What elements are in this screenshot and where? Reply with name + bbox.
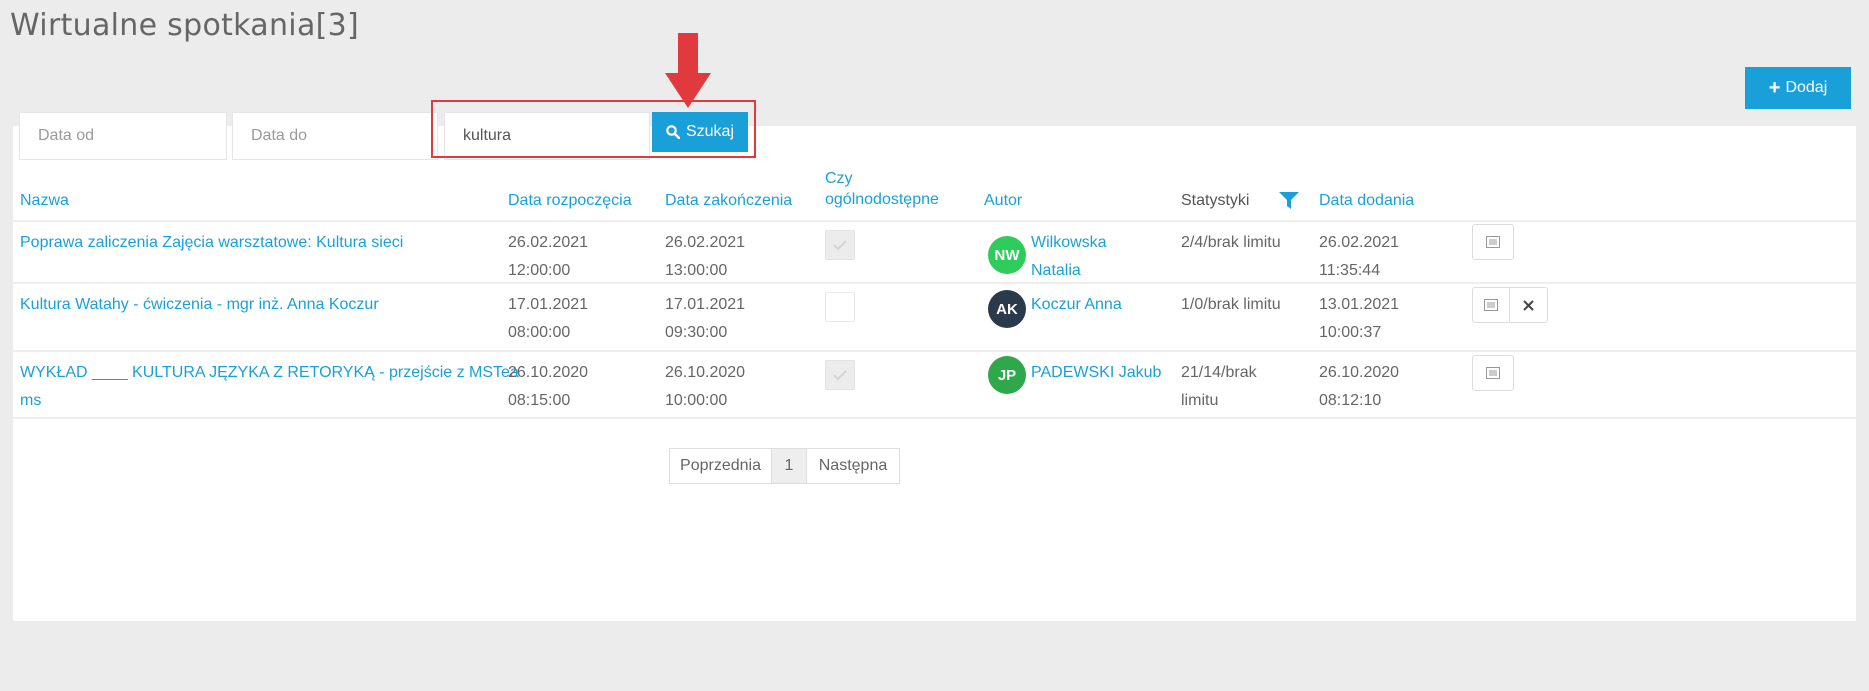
added-date: 26.02.2021 [1319, 234, 1400, 251]
added-date: 13.01.2021 [1319, 296, 1400, 313]
start-time: 08:00:00 [508, 324, 571, 341]
header-public-line1: Czy [825, 170, 853, 187]
start-date: 26.10.2020 [508, 364, 589, 381]
start-date-cell: 17.01.2021 08:00:00 [508, 291, 588, 347]
row-divider [13, 417, 1856, 419]
stats-line2: limitu [1181, 392, 1219, 409]
public-checkbox[interactable] [825, 292, 855, 322]
pagination-page-1[interactable]: 1 [771, 448, 807, 484]
author-link[interactable]: PADEWSKI Jakub [1031, 359, 1161, 387]
row-divider [13, 350, 1856, 352]
filter-funnel-icon[interactable] [1278, 190, 1300, 210]
end-time: 13:00:00 [665, 262, 728, 279]
pagination-previous[interactable]: Poprzednia [669, 448, 772, 484]
row-divider [13, 220, 1856, 222]
end-date-cell: 26.02.2021 13:00:00 [665, 229, 745, 285]
page-title: Wirtualne spotkania[3] [10, 8, 360, 43]
public-checkbox[interactable] [825, 230, 855, 260]
start-date: 26.02.2021 [508, 234, 589, 251]
start-time: 08:15:00 [508, 392, 571, 409]
details-icon [1484, 299, 1498, 311]
end-date: 26.02.2021 [665, 234, 746, 251]
added-date: 26.10.2020 [1319, 364, 1400, 381]
header-public-line2: ogólnodostępne [825, 191, 939, 208]
added-date-cell: 26.10.2020 08:12:10 [1319, 359, 1399, 415]
end-time: 10:00:00 [665, 392, 728, 409]
stats-cell: 21/14/brak limitu [1181, 359, 1257, 415]
add-button-label: Dodaj [1785, 79, 1828, 96]
avatar: NW [988, 236, 1026, 274]
details-button[interactable] [1472, 224, 1514, 260]
meeting-name-line2: ms [20, 392, 42, 409]
add-button[interactable]: + Dodaj [1745, 67, 1851, 109]
end-date-cell: 17.01.2021 09:30:00 [665, 291, 745, 347]
meeting-name-link[interactable]: Kultura Watahy - ćwiczenia - mgr inż. An… [20, 291, 379, 319]
details-icon [1486, 367, 1500, 379]
arrow-down-icon [665, 33, 711, 108]
stats-line1: 21/14/brak [1181, 364, 1257, 381]
check-icon [833, 240, 847, 251]
added-time: 10:00:37 [1319, 324, 1382, 341]
avatar: JP [988, 356, 1026, 394]
end-date-cell: 26.10.2020 10:00:00 [665, 359, 745, 415]
stats-cell: 2/4/brak limitu [1181, 234, 1281, 251]
start-date-cell: 26.10.2020 08:15:00 [508, 359, 588, 415]
author-surname: Wilkowska [1031, 234, 1107, 251]
author-link[interactable]: Wilkowska Natalia [1031, 229, 1107, 285]
header-end-date[interactable]: Data zakończenia [665, 190, 792, 211]
search-highlight-box [431, 100, 756, 158]
header-name[interactable]: Nazwa [20, 190, 69, 211]
date-to-input[interactable] [232, 112, 438, 160]
close-icon [1523, 299, 1534, 311]
start-date: 17.01.2021 [508, 296, 589, 313]
header-author[interactable]: Autor [984, 190, 1022, 211]
header-start-date[interactable]: Data rozpoczęcia [508, 190, 632, 211]
row-divider [13, 282, 1856, 284]
added-time: 11:35:44 [1319, 262, 1381, 279]
meeting-name-line1: WYKŁAD ____ KULTURA JĘZYKA Z RETORYKĄ - … [20, 364, 519, 381]
plus-icon: + [1768, 77, 1781, 99]
added-date-cell: 13.01.2021 10:00:37 [1319, 291, 1399, 347]
public-checkbox[interactable] [825, 360, 855, 390]
pagination-next[interactable]: Następna [806, 448, 900, 484]
check-icon [833, 370, 847, 381]
delete-button[interactable] [1510, 287, 1548, 323]
header-stats: Statystyki [1181, 192, 1250, 209]
avatar: AK [988, 290, 1026, 328]
header-added-date[interactable]: Data dodania [1319, 190, 1414, 211]
end-time: 09:30:00 [665, 324, 728, 341]
meeting-name-link[interactable]: WYKŁAD ____ KULTURA JĘZYKA Z RETORYKĄ - … [20, 359, 519, 415]
end-date: 17.01.2021 [665, 296, 746, 313]
author-link[interactable]: Koczur Anna [1031, 291, 1122, 319]
header-public[interactable]: Czy ogólnodostępne [825, 168, 939, 210]
author-firstname: Natalia [1031, 262, 1081, 279]
end-date: 26.10.2020 [665, 364, 746, 381]
added-date-cell: 26.02.2021 11:35:44 [1319, 229, 1399, 285]
details-icon [1486, 236, 1500, 248]
date-from-input[interactable] [19, 112, 227, 160]
details-button[interactable] [1472, 287, 1510, 323]
stats-cell: 1/0/brak limitu [1181, 296, 1281, 313]
meeting-name-link[interactable]: Poprawa zaliczenia Zajęcia warsztatowe: … [20, 229, 403, 257]
start-date-cell: 26.02.2021 12:00:00 [508, 229, 588, 285]
details-button[interactable] [1472, 355, 1514, 391]
added-time: 08:12:10 [1319, 392, 1382, 409]
start-time: 12:00:00 [508, 262, 571, 279]
